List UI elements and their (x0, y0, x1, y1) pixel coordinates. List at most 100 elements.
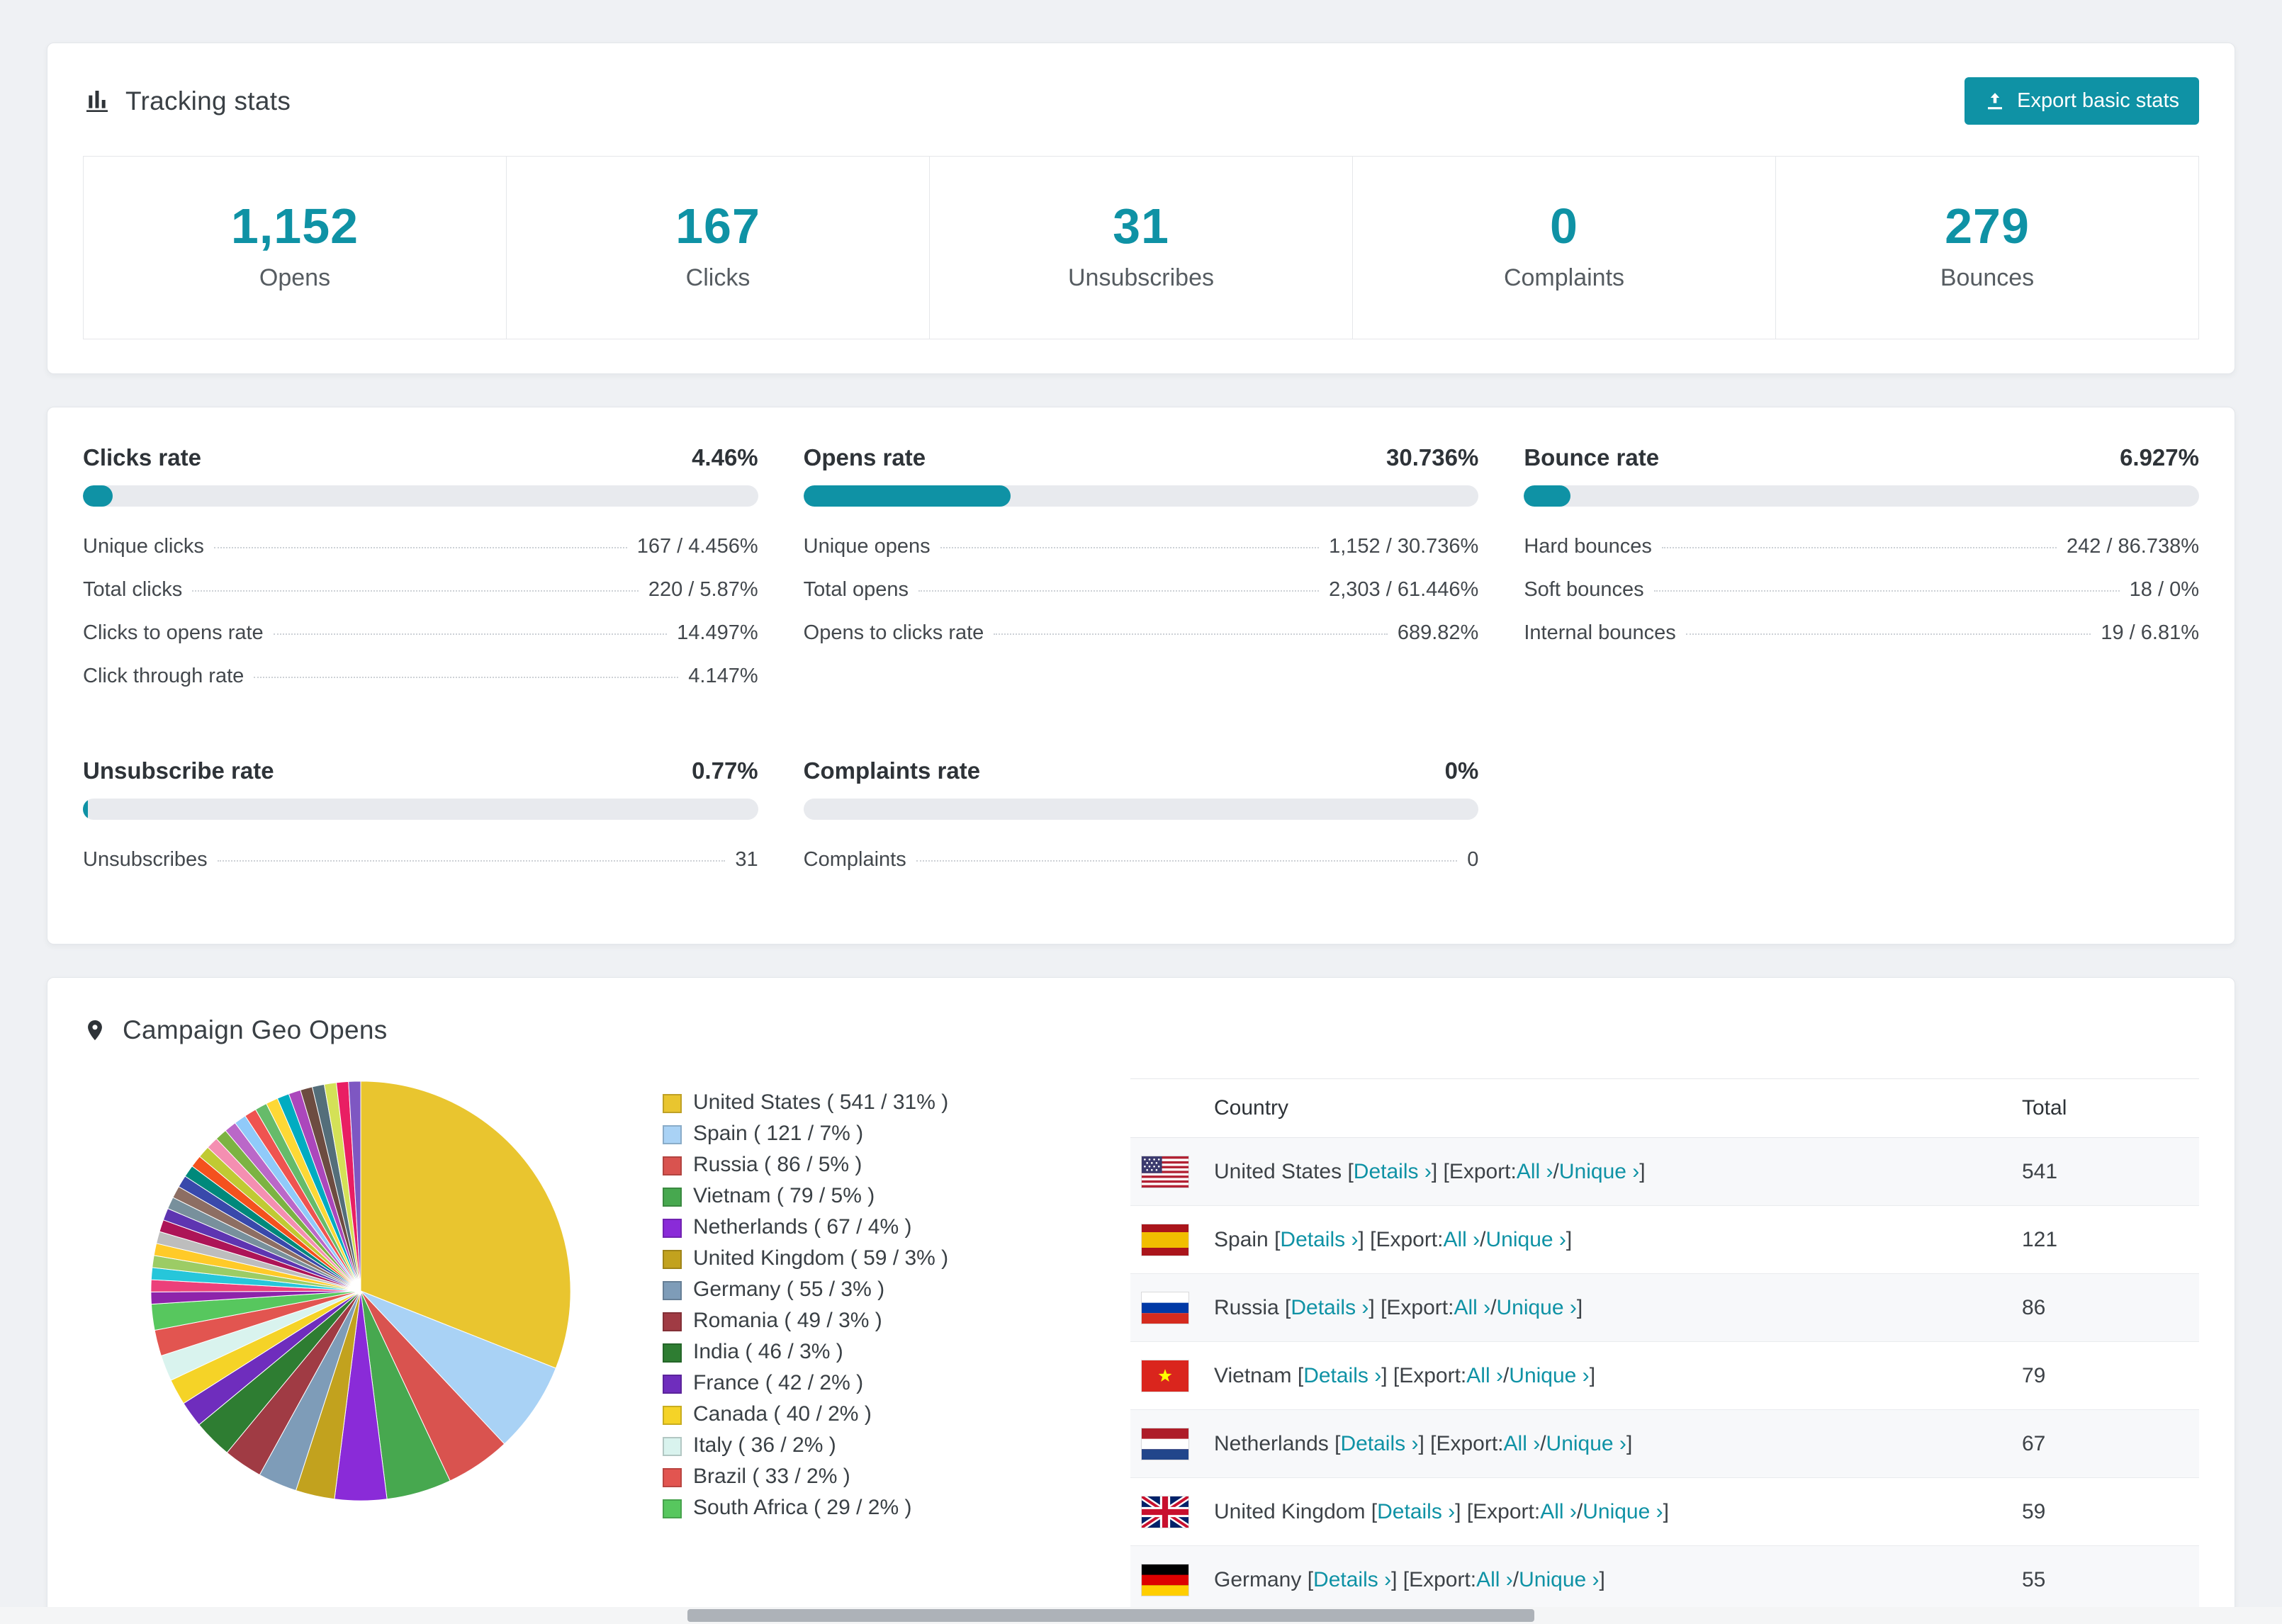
export-unique-link[interactable]: Unique › (1486, 1228, 1566, 1252)
legend-label: Netherlands ( 67 / 4% ) (693, 1215, 912, 1239)
export-all-link[interactable]: All › (1517, 1160, 1553, 1184)
stat-line-label: Unique clicks (83, 535, 204, 558)
stat-line-value: 1,152 / 30.736% (1329, 535, 1479, 558)
legend-swatch (663, 1375, 682, 1394)
legend-label: Spain ( 121 / 7% ) (693, 1122, 864, 1145)
legend-item-india: India ( 46 / 3% ) (663, 1336, 1074, 1368)
legend-label: Vietnam ( 79 / 5% ) (693, 1184, 875, 1207)
rate-section-header: Opens rate 30.736% (804, 444, 1479, 471)
details-link[interactable]: Details › (1354, 1160, 1432, 1184)
legend-label: United States ( 541 / 31% ) (693, 1090, 949, 1114)
export-unique-link[interactable]: Unique › (1583, 1500, 1663, 1524)
rate-value: 0.77% (692, 757, 758, 784)
progress-bar-track (83, 799, 758, 820)
legend-item-romania: Romania ( 49 / 3% ) (663, 1305, 1074, 1336)
rates-card: Clicks rate 4.46% Unique clicks 167 / 4.456… (47, 407, 2235, 944)
legend-swatch (663, 1437, 682, 1456)
export-icon (1988, 92, 2003, 109)
legend-label: Russia ( 86 / 5% ) (693, 1153, 862, 1176)
details-link[interactable]: Details › (1340, 1432, 1418, 1456)
stat-line-value: 689.82% (1397, 621, 1479, 644)
horizontal-scrollbar-thumb[interactable] (687, 1609, 1534, 1622)
export-unique-link[interactable]: Unique › (1496, 1296, 1576, 1320)
legend-label: France ( 42 / 2% ) (693, 1371, 864, 1394)
country-cell: Russia [Details ›] [Export: All › / Uniq… (1142, 1292, 2022, 1324)
export-unique-link[interactable]: Unique › (1546, 1432, 1626, 1456)
stat-line-label: Complaints (803, 848, 906, 871)
legend-swatch (663, 1250, 682, 1269)
progress-bar-track (803, 799, 1479, 820)
country-total: 67 (2022, 1431, 2046, 1455)
tracking-stats-card: Tracking stats Export basic stats 1,152 O… (47, 43, 2235, 374)
flag-us-icon (1142, 1156, 1188, 1188)
dotted-leader (254, 677, 679, 678)
stat-line-value: 220 / 5.87% (648, 578, 758, 601)
country-cell: United Kingdom [Details ›] [Export: All … (1142, 1496, 2022, 1528)
stat-line-value: 242 / 86.738% (2066, 535, 2199, 558)
stat-line-value: 167 / 4.456% (636, 535, 758, 558)
rate-title: Clicks rate (83, 444, 201, 470)
stat-line-label: Click through rate (83, 665, 244, 687)
table-row-germany: Germany [Details ›] [Export: All › / Uni… (1130, 1546, 2199, 1614)
stat-line-label: Soft bounces (1524, 578, 1644, 601)
stat-label: Complaints (1503, 264, 1625, 291)
rate-section-header: Bounce rate 6.927% (1524, 444, 2199, 471)
legend-swatch (663, 1188, 682, 1207)
table-row-vietnam: Vietnam [Details ›] [Export: All › / Uni… (1130, 1342, 2199, 1410)
export-all-link[interactable]: All › (1466, 1364, 1503, 1388)
stat-label: Unsubscribes (1068, 264, 1214, 291)
country-name: Spain (1214, 1227, 1269, 1251)
export-all-link[interactable]: All › (1454, 1296, 1490, 1320)
export-unique-link[interactable]: Unique › (1509, 1364, 1589, 1388)
country-total: 55 (2022, 1567, 2046, 1591)
stat-line-value: 4.147% (688, 665, 758, 687)
stat-line-value: 0 (1467, 848, 1479, 871)
stat-line-label: Total opens (803, 578, 909, 601)
legend-item-italy: Italy ( 36 / 2% ) (663, 1430, 1074, 1461)
stat-line: Unique opens 1,152 / 30.736% (804, 525, 1479, 568)
legend-swatch (663, 1406, 682, 1425)
geo-table: Country Total United States [Details ›] … (1130, 1078, 2199, 1614)
stat-line-label: Unique opens (803, 535, 931, 558)
legend-item-spain: Spain ( 121 / 7% ) (663, 1118, 1074, 1149)
geo-pie-wrap (144, 1074, 578, 1511)
stat-line-value: 14.497% (677, 621, 758, 644)
rate-value: 0% (1444, 757, 1479, 784)
dotted-leader (213, 547, 627, 548)
details-link[interactable]: Details › (1291, 1296, 1368, 1320)
country-total: 86 (2022, 1295, 2046, 1319)
details-link[interactable]: Details › (1313, 1568, 1391, 1592)
country-cell: United States [Details ›] [Export: All ›… (1142, 1156, 2022, 1188)
legend-label: Germany ( 55 / 3% ) (693, 1278, 885, 1301)
progress-bar-track (83, 485, 758, 507)
stat-value: 279 (1945, 198, 2030, 254)
export-all-link[interactable]: All › (1504, 1432, 1541, 1456)
geo-header: Campaign Geo Opens (47, 978, 2235, 1074)
stat-box-unsubscribes: 31 Unsubscribes (929, 157, 1352, 339)
stat-label: Bounces (1940, 264, 2035, 291)
legend-label: Italy ( 36 / 2% ) (693, 1433, 836, 1457)
country-name: Netherlands (1214, 1431, 1329, 1455)
export-all-link[interactable]: All › (1540, 1500, 1577, 1524)
rate-section-opens-rate: Opens rate 30.736% Unique opens 1,152 / 30.… (803, 444, 1479, 698)
country-total: 541 (2022, 1159, 2058, 1183)
export-unique-link[interactable]: Unique › (1519, 1568, 1599, 1592)
export-all-link[interactable]: All › (1443, 1228, 1480, 1252)
rate-section-unsubscribe-rate: Unsubscribe rate 0.77% Unsubscribes 31 (83, 757, 758, 881)
geo-table-header: Country Total (1130, 1078, 2199, 1138)
details-link[interactable]: Details › (1280, 1228, 1358, 1252)
export-unique-link[interactable]: Unique › (1559, 1160, 1639, 1184)
details-link[interactable]: Details › (1377, 1500, 1455, 1524)
stat-line: Opens to clicks rate 689.82% (804, 611, 1479, 655)
horizontal-scrollbar-track[interactable] (0, 1607, 2282, 1624)
tracking-stats-header: Tracking stats Export basic stats (83, 77, 2199, 125)
dotted-leader (1661, 547, 2057, 548)
geo-legend: United States ( 541 / 31% ) Spain ( 121 /… (663, 1074, 1074, 1523)
progress-bar-fill (1524, 485, 1571, 507)
export-basic-stats-button[interactable]: Export basic stats (1965, 77, 2199, 125)
rate-rows: Unique opens 1,152 / 30.736% Total opens 2,… (804, 525, 1479, 655)
export-all-link[interactable]: All › (1476, 1568, 1513, 1592)
legend-label: United Kingdom ( 59 / 3% ) (693, 1246, 949, 1270)
rate-title: Opens rate (803, 444, 926, 470)
details-link[interactable]: Details › (1303, 1364, 1381, 1388)
